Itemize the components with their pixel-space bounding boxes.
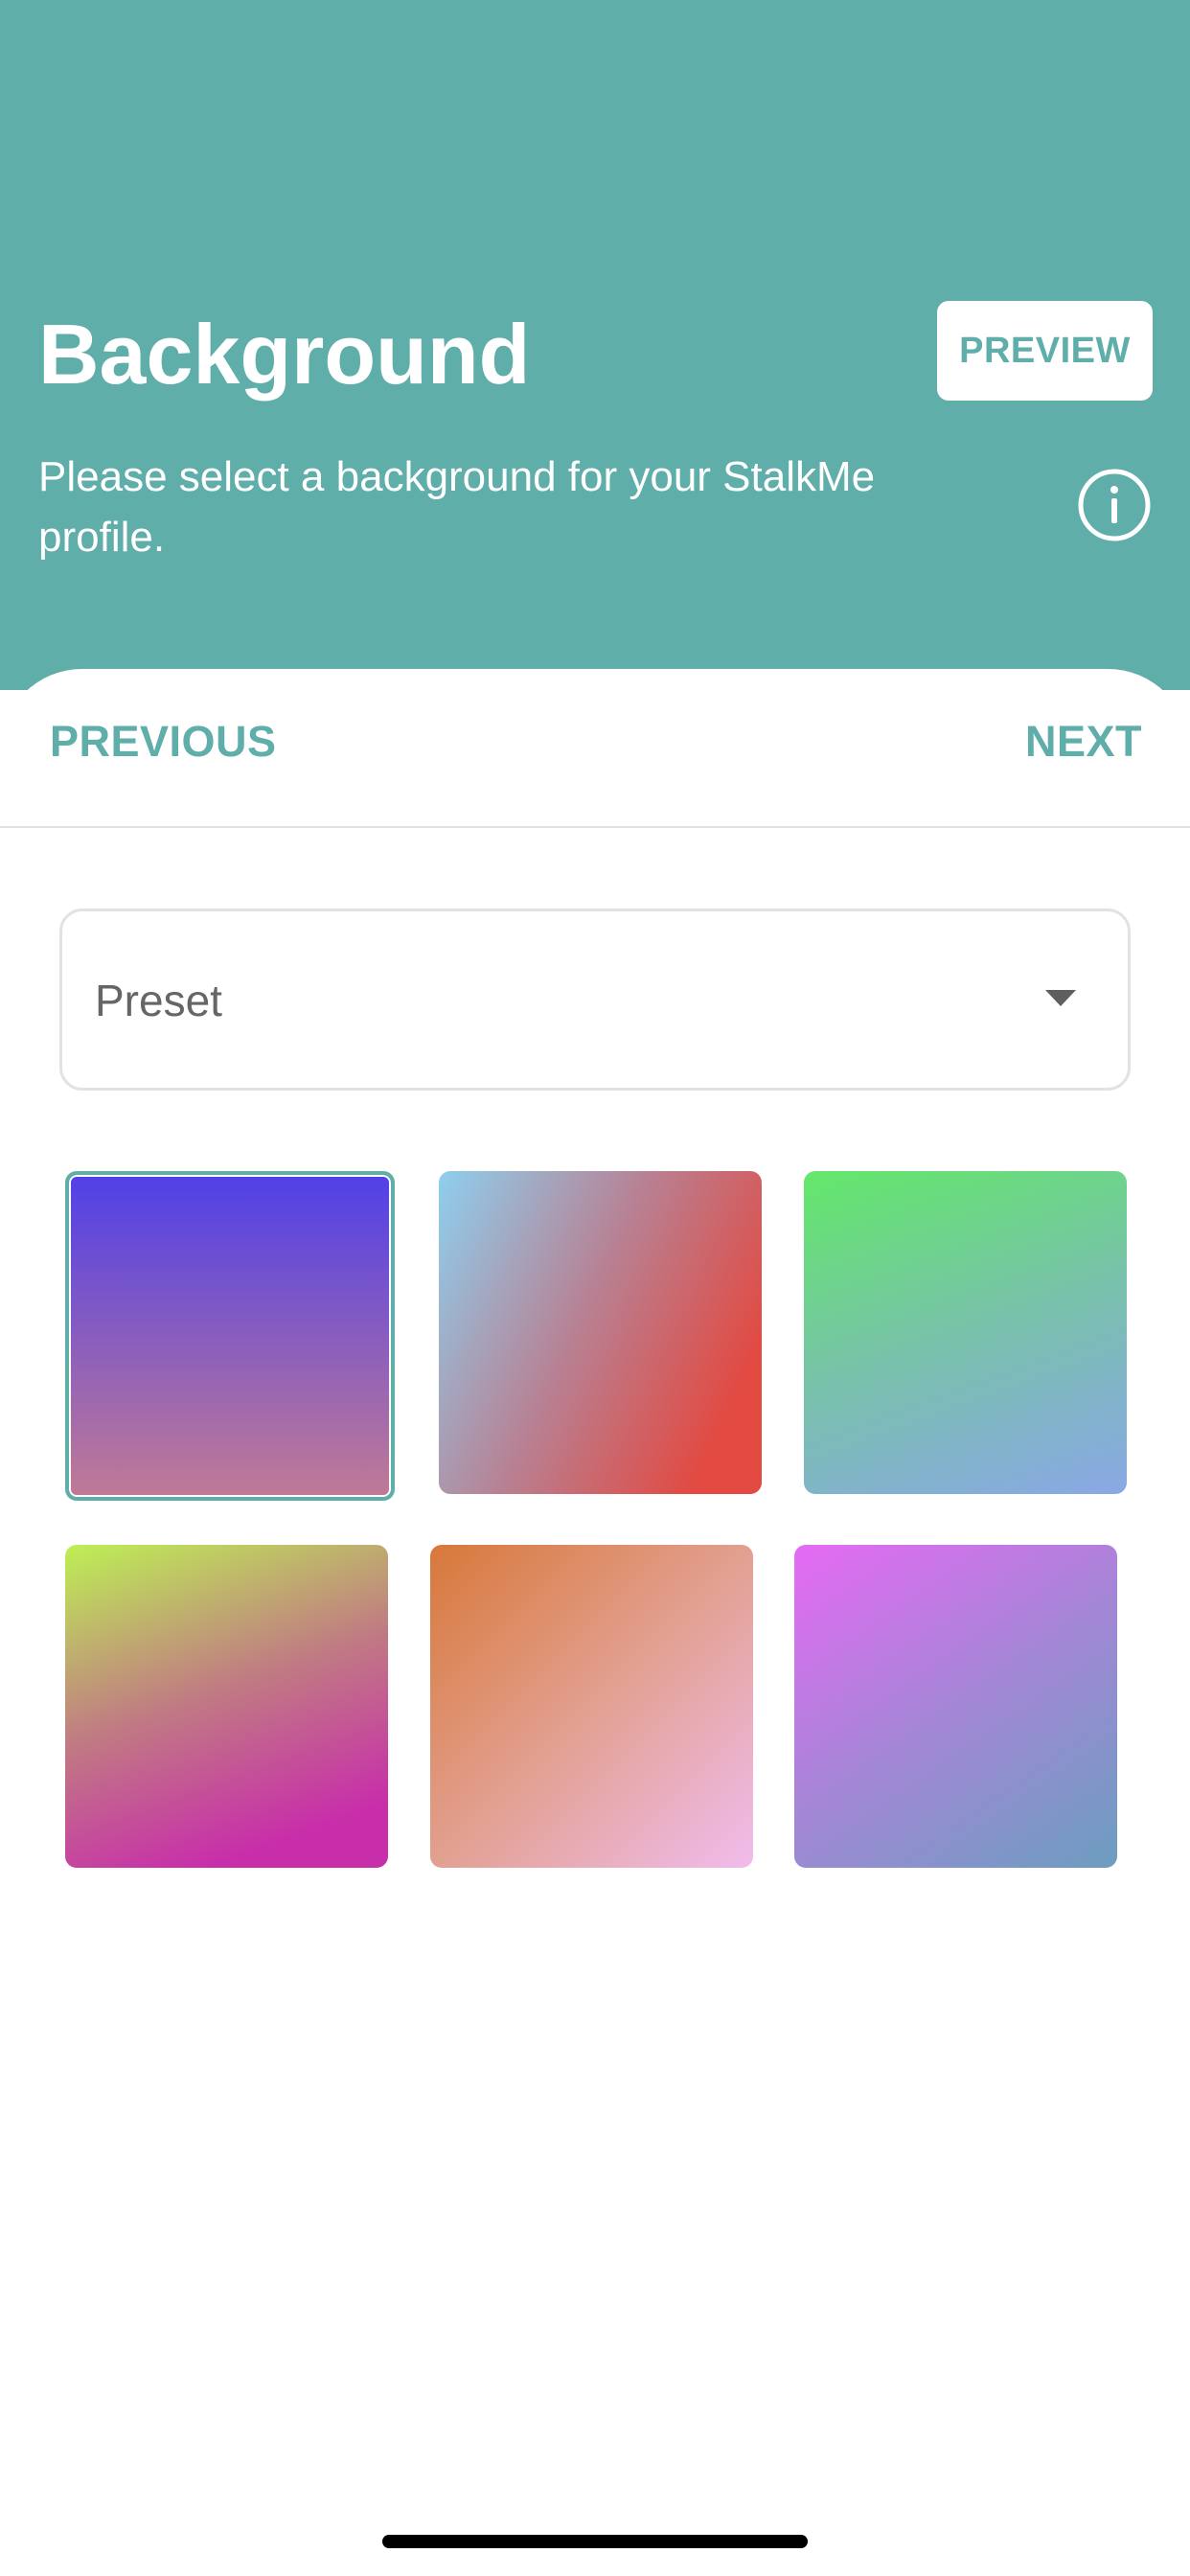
next-button[interactable]: NEXT [1025, 717, 1142, 767]
background-type-dropdown[interactable]: Preset [59, 908, 1131, 1091]
info-icon[interactable] [1077, 468, 1152, 542]
header: Background PREVIEW Please select a backg… [0, 0, 1190, 690]
swatch-skyblue-red[interactable] [439, 1171, 762, 1494]
swatch-purple-mauve[interactable] [65, 1171, 395, 1501]
home-indicator [382, 2535, 808, 2548]
swatch-lime-magenta[interactable] [65, 1545, 388, 1868]
step-navigation: PREVIOUS NEXT [0, 669, 1190, 828]
page-subtitle: Please select a background for your Stal… [38, 453, 876, 561]
swatch-violet-steelblue[interactable] [794, 1545, 1117, 1868]
previous-button[interactable]: PREVIOUS [50, 717, 277, 767]
chevron-down-icon [1045, 990, 1076, 1006]
page-title: Background [38, 307, 531, 402]
swatch-green-blue[interactable] [804, 1171, 1127, 1494]
swatch-orange-pink[interactable] [430, 1545, 753, 1868]
screen: Background PREVIEW Please select a backg… [0, 0, 1190, 2576]
dropdown-selected-value: Preset [95, 976, 222, 1025]
preview-button[interactable]: PREVIEW [937, 301, 1153, 401]
